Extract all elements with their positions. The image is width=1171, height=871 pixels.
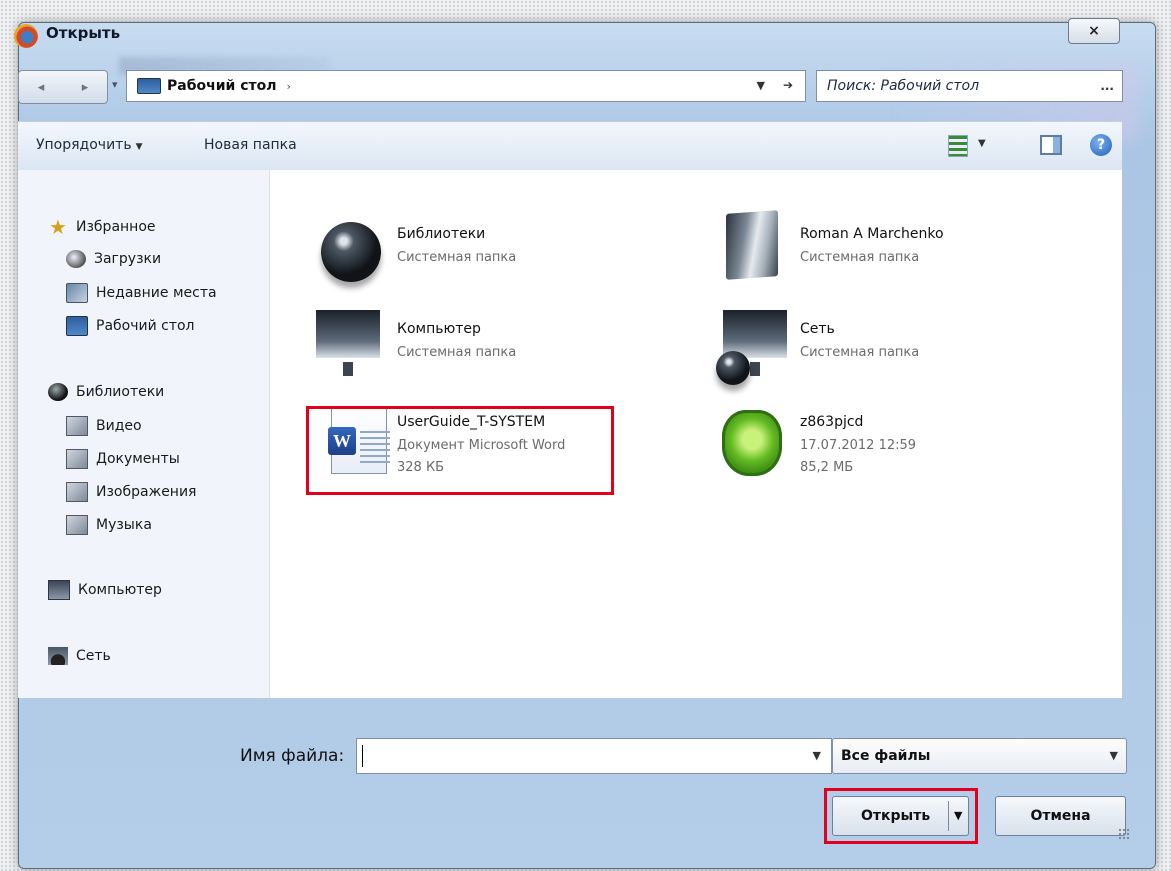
computer-icon xyxy=(48,580,70,600)
file-name: Roman A Marchenko xyxy=(800,226,944,242)
search-field[interactable]: Поиск: Рабочий стол ... xyxy=(816,70,1123,102)
open-options-dropdown-icon[interactable]: ▼ xyxy=(954,809,962,822)
file-type: Системная папка xyxy=(800,345,920,360)
breadcrumb-chevron-icon[interactable]: › xyxy=(287,80,291,93)
view-mode-icon[interactable] xyxy=(948,135,968,157)
resize-grip-icon[interactable] xyxy=(1118,828,1130,840)
sidebar-item-network[interactable]: Сеть xyxy=(48,647,111,665)
close-button[interactable]: × xyxy=(1068,18,1120,44)
file-type: Системная папка xyxy=(397,345,517,360)
sidebar-item-libraries[interactable]: Библиотеки xyxy=(48,383,164,401)
documents-library-icon xyxy=(66,449,88,469)
preview-pane-icon[interactable] xyxy=(1040,135,1062,155)
sidebar-item-label: Рабочий стол xyxy=(96,318,195,334)
word-w-badge: W xyxy=(328,427,356,455)
libraries-icon xyxy=(48,383,68,401)
network-globe-icon xyxy=(716,351,750,385)
sidebar-item-label: Документы xyxy=(96,451,180,467)
network-icon xyxy=(48,647,68,665)
sidebar-item-pictures[interactable]: Изображения xyxy=(66,482,196,502)
help-icon[interactable]: ? xyxy=(1090,134,1112,156)
recent-places-icon xyxy=(66,283,88,303)
user-folder-icon xyxy=(726,210,778,280)
filename-label: Имя файла: xyxy=(240,746,345,766)
command-toolbar: Упорядочить ▼ Новая папка ▼ ? xyxy=(18,121,1122,171)
file-name: Компьютер xyxy=(397,321,481,337)
file-type: Системная папка xyxy=(397,250,517,265)
desktop-icon xyxy=(137,78,161,94)
sidebar-item-computer[interactable]: Компьютер xyxy=(48,580,162,600)
address-bar[interactable]: Рабочий стол › ▼ ➔ xyxy=(126,70,806,102)
refresh-arrow-icon[interactable]: ➔ xyxy=(783,78,793,92)
sidebar-item-video[interactable]: Видео xyxy=(66,416,142,436)
file-name: UserGuide_T-SYSTEM xyxy=(397,414,546,430)
sidebar-item-label: Видео xyxy=(96,418,142,434)
content-area: ★ Избранное Загрузки Недавние места Рабо… xyxy=(18,170,1122,698)
view-mode-dropdown-icon[interactable]: ▼ xyxy=(978,138,986,149)
split-divider xyxy=(948,801,949,831)
computer-icon xyxy=(313,307,383,381)
file-type-value: Все файлы xyxy=(841,748,931,764)
sidebar-item-downloads[interactable]: Загрузки xyxy=(66,250,161,268)
sidebar-item-label: Недавние места xyxy=(96,285,217,301)
back-forward-group: ◂ ▸ xyxy=(18,70,108,104)
recent-locations-dropdown[interactable]: ▾ xyxy=(112,78,118,91)
sidebar-item-desktop[interactable]: Рабочий стол xyxy=(66,316,195,336)
star-icon: ★ xyxy=(49,215,67,239)
new-folder-button[interactable]: Новая папка xyxy=(204,137,297,153)
file-type-select[interactable]: Все файлы ▼ xyxy=(832,738,1127,774)
dialog-title: Открыть xyxy=(46,24,121,42)
address-location[interactable]: Рабочий стол xyxy=(167,78,277,94)
libraries-icon xyxy=(321,222,381,282)
file-date: 17.07.2012 12:59 xyxy=(800,438,917,453)
forward-arrow-icon[interactable]: ▸ xyxy=(82,80,89,95)
document-lines xyxy=(360,431,390,467)
sidebar-item-label: Изображения xyxy=(96,484,197,500)
chevron-down-icon: ▼ xyxy=(135,142,143,152)
address-dropdown-icon[interactable]: ▼ xyxy=(757,79,765,92)
sidebar-item-favorites[interactable]: ★ Избранное xyxy=(48,215,156,239)
file-name: Сеть xyxy=(800,321,835,337)
file-type: Документ Microsoft Word xyxy=(397,438,566,453)
open-button[interactable]: Открыть ▼ xyxy=(832,796,969,836)
video-library-icon xyxy=(66,416,88,436)
chevron-down-icon[interactable]: ▼ xyxy=(1110,749,1118,762)
sidebar-item-label: Сеть xyxy=(76,648,111,664)
file-size: 328 КБ xyxy=(397,460,445,475)
search-more[interactable]: ... xyxy=(1100,79,1114,93)
pictures-library-icon xyxy=(66,482,88,502)
file-size: 85,2 МБ xyxy=(800,460,854,475)
sidebar-item-label: Избранное xyxy=(76,219,156,235)
sidebar-item-label: Библиотеки xyxy=(76,384,165,400)
organize-label: Упорядочить xyxy=(36,137,132,153)
file-list: Библиотеки Системная папка Roman A March… xyxy=(269,170,1122,698)
file-type: Системная папка xyxy=(800,250,920,265)
text-caret xyxy=(362,745,363,767)
browser-app-icon xyxy=(14,24,38,48)
downloads-icon xyxy=(66,250,86,268)
sidebar-item-label: Музыка xyxy=(96,517,152,533)
filename-dropdown-icon[interactable]: ▼ xyxy=(813,749,821,762)
music-library-icon xyxy=(66,515,88,535)
back-arrow-icon[interactable]: ◂ xyxy=(38,80,45,95)
sidebar-item-label: Компьютер xyxy=(78,582,162,598)
sidebar-item-label: Загрузки xyxy=(94,251,162,267)
file-name: Библиотеки xyxy=(397,226,486,242)
word-document-icon: W xyxy=(328,408,390,474)
sidebar-item-documents[interactable]: Документы xyxy=(66,449,180,469)
drweb-shield-icon xyxy=(722,410,782,476)
navigation-pane: ★ Избранное Загрузки Недавние места Рабо… xyxy=(18,170,270,698)
file-name: z863pjcd xyxy=(800,414,864,430)
sidebar-item-music[interactable]: Музыка xyxy=(66,515,152,535)
open-label: Открыть xyxy=(861,808,931,824)
desktop-icon xyxy=(66,316,88,336)
search-placeholder: Поиск: Рабочий стол xyxy=(827,78,980,94)
sidebar-item-recent-places[interactable]: Недавние места xyxy=(66,283,217,303)
filename-input[interactable]: ▼ xyxy=(356,738,832,774)
cancel-button[interactable]: Отмена xyxy=(995,796,1126,836)
organize-button[interactable]: Упорядочить ▼ xyxy=(36,137,143,153)
